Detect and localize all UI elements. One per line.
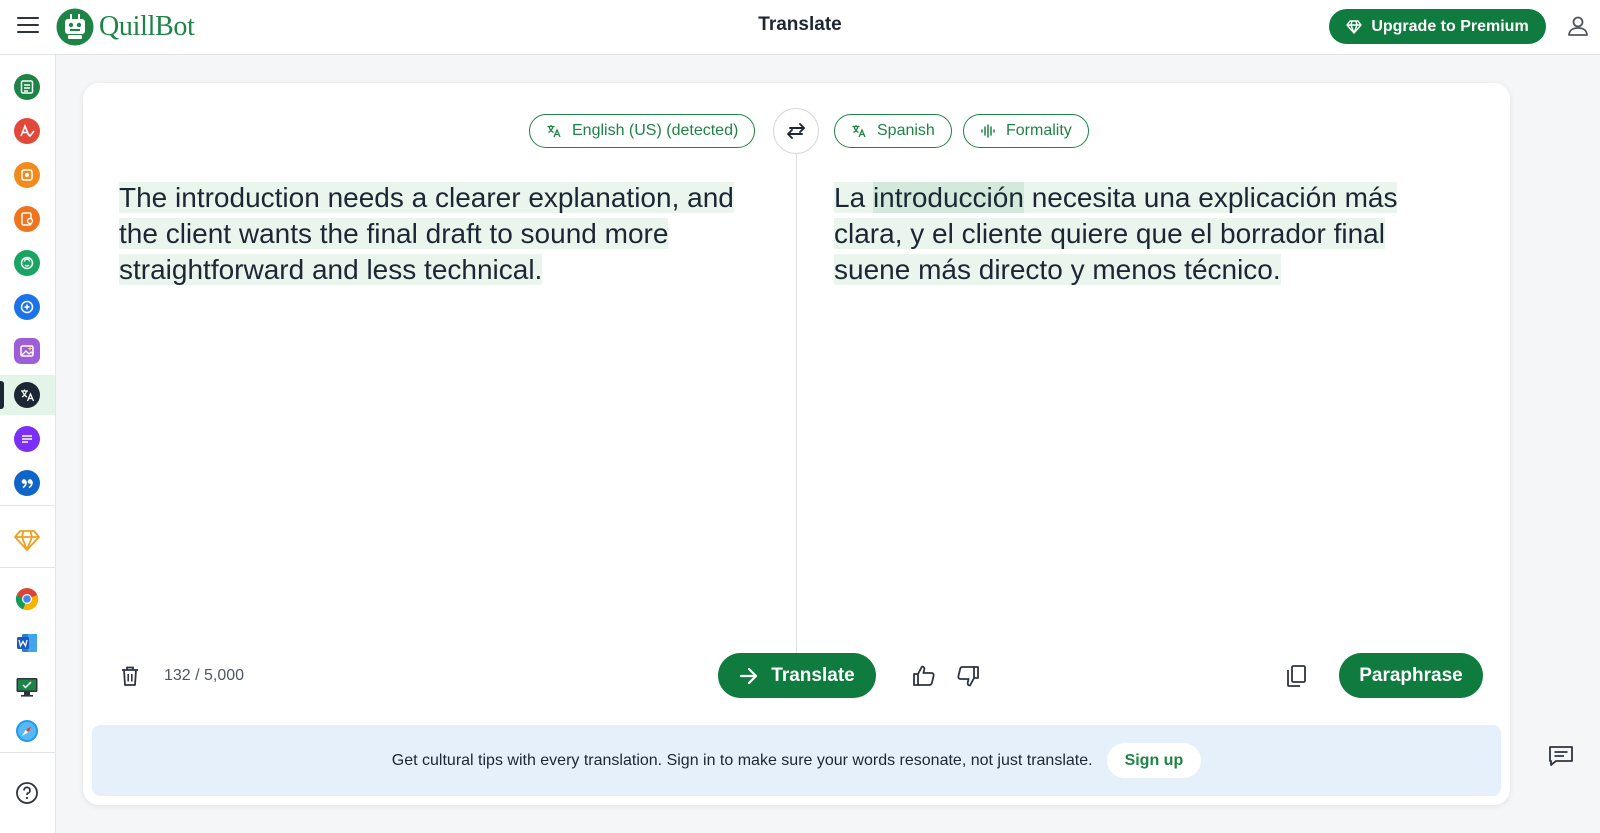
ai-image-generator-icon	[14, 338, 40, 364]
sidebar-item-ai-chat[interactable]	[0, 287, 55, 327]
sidebar-divider	[0, 567, 55, 568]
sidebar-item-help[interactable]	[0, 773, 55, 813]
source-text-line: the client wants the final draft to soun…	[119, 218, 669, 249]
thumbs-down-button[interactable]	[955, 663, 981, 689]
pane-divider	[796, 131, 797, 691]
sidebar-item-grammar-checker[interactable]	[0, 111, 55, 151]
plagiarism-checker-icon	[14, 206, 40, 232]
premium-diamond-icon	[14, 527, 40, 553]
source-text-line: straightforward and less technical.	[119, 254, 543, 285]
copy-button[interactable]	[1283, 663, 1309, 689]
source-text-line: The introduction needs a clearer explana…	[119, 182, 734, 213]
quillbot-logo-icon	[56, 8, 94, 46]
ai-detector-icon	[14, 162, 40, 188]
sign-up-button[interactable]: Sign up	[1106, 743, 1202, 778]
translate-button-label: Translate	[771, 664, 855, 686]
translate-language-icon	[547, 125, 561, 138]
translated-text-segment: La	[834, 182, 873, 213]
sidebar-item-summarizer[interactable]	[0, 419, 55, 459]
logo-text: QuillBot	[99, 11, 195, 42]
character-counter: 132 / 5,000	[164, 667, 245, 684]
paraphraser-icon	[14, 74, 40, 100]
word-icon	[14, 630, 40, 656]
top-bar: QuillBot Translate Upgrade to Premium	[0, 0, 1600, 55]
trash-icon	[122, 666, 138, 686]
sidebar-divider	[0, 752, 55, 753]
sidebar-item-desktop-app[interactable]	[0, 667, 55, 707]
copy-icon	[1287, 665, 1306, 687]
sidebar-item-paraphraser[interactable]	[0, 67, 55, 107]
upgrade-premium-label: Upgrade to Premium	[1371, 17, 1529, 35]
sidebar-item-ai-image-generator[interactable]	[0, 331, 55, 371]
ai-chat-icon	[14, 294, 40, 320]
citation-generator-icon	[14, 470, 40, 496]
target-language-selector[interactable]: Spanish	[834, 114, 952, 148]
summarizer-icon	[14, 426, 40, 452]
diamond-icon	[1346, 19, 1363, 34]
translated-text-line: clara, y el cliente quiere que el borrad…	[834, 218, 1385, 249]
sidebar-item-ai-detector[interactable]	[0, 155, 55, 195]
sidebar-item-plagiarism-checker[interactable]	[0, 199, 55, 239]
arrow-right-icon	[740, 667, 758, 684]
safari-icon	[14, 718, 40, 744]
source-text-input[interactable]: The introduction needs a clearer explana…	[119, 180, 759, 288]
thumbs-up-icon	[913, 665, 935, 686]
sidebar-item-premium[interactable]	[0, 520, 55, 560]
sidebar-item-citation-generator[interactable]	[0, 463, 55, 503]
translated-text-output[interactable]: La introducción necesita una explicación…	[834, 180, 1454, 288]
target-language-label: Spanish	[877, 122, 935, 139]
sidebar-item-safari-extension[interactable]	[0, 711, 55, 751]
translated-text-segment: necesita una explicación más	[1023, 182, 1398, 213]
swap-languages-button[interactable]	[773, 108, 819, 154]
translated-text-line: suene más directo y menos técnico.	[834, 254, 1281, 285]
translate-button[interactable]: Translate	[718, 653, 876, 698]
thumbs-up-button[interactable]	[911, 663, 937, 689]
sidebar-item-word-addin[interactable]	[0, 623, 55, 663]
sidebar	[0, 55, 56, 833]
chrome-icon	[14, 586, 40, 612]
logo[interactable]: QuillBot	[56, 7, 195, 47]
help-icon	[14, 780, 40, 806]
translate-language-icon	[852, 125, 866, 138]
grammar-checker-icon	[14, 118, 40, 144]
desktop-icon	[14, 674, 40, 700]
formality-selector[interactable]: Formality	[963, 114, 1089, 148]
signin-banner: Get cultural tips with every translation…	[92, 725, 1501, 796]
source-language-selector[interactable]: English (US) (detected)	[529, 114, 756, 148]
ai-humanizer-icon	[14, 250, 40, 276]
sidebar-item-chrome-extension[interactable]	[0, 579, 55, 619]
swap-icon	[787, 123, 805, 139]
sidebar-item-ai-humanizer[interactable]	[0, 243, 55, 283]
sidebar-item-translate[interactable]	[0, 375, 55, 415]
source-language-label: English (US) (detected)	[572, 122, 739, 139]
menu-icon[interactable]	[17, 16, 39, 34]
clear-text-button[interactable]	[118, 663, 142, 689]
formality-label: Formality	[1006, 122, 1072, 139]
paraphrase-button[interactable]: Paraphrase	[1339, 653, 1483, 698]
thumbs-down-icon	[957, 666, 979, 687]
banner-text: Get cultural tips with every translation…	[391, 751, 1093, 769]
translate-icon	[14, 382, 40, 408]
highlighted-word[interactable]: introducción	[872, 182, 1024, 213]
paraphrase-button-label: Paraphrase	[1359, 664, 1463, 686]
upgrade-premium-button[interactable]: Upgrade to Premium	[1329, 9, 1546, 44]
sidebar-divider	[0, 505, 55, 506]
account-icon[interactable]	[1566, 14, 1590, 38]
formality-icon	[981, 124, 995, 138]
feedback-icon[interactable]	[1548, 744, 1574, 768]
translator-card: English (US) (detected) Spanish Formalit…	[83, 83, 1510, 805]
